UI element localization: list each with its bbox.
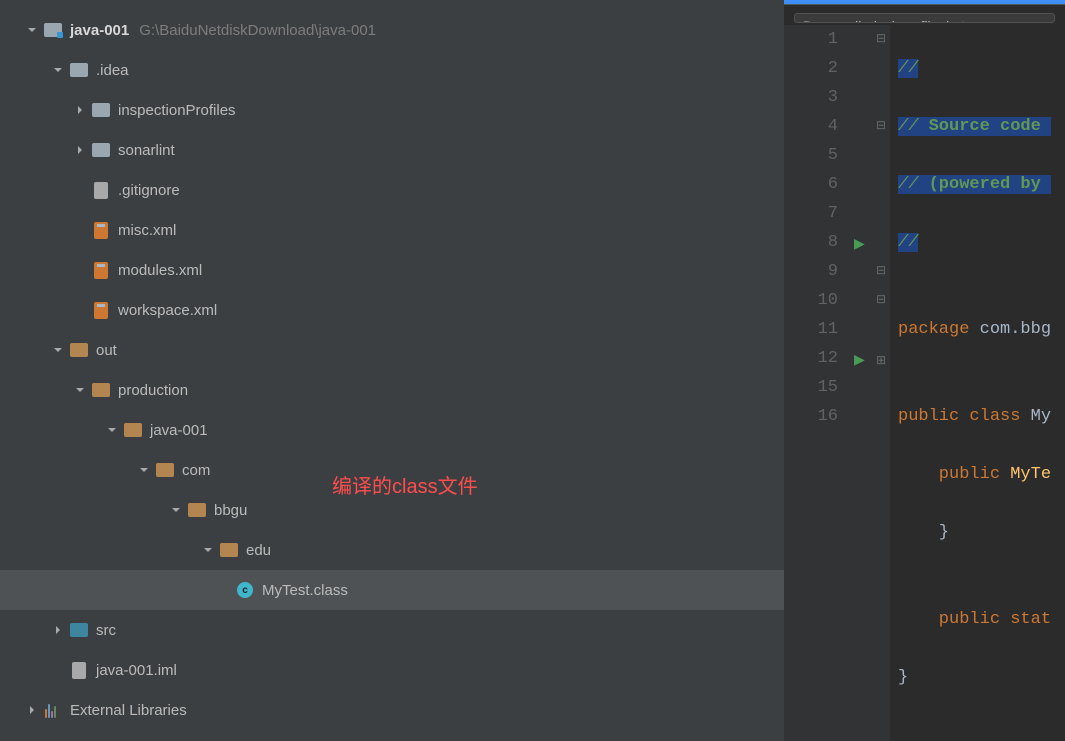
folder-icon <box>70 61 88 79</box>
fold-icon[interactable]: ⊟ <box>876 286 886 315</box>
chevron-right-icon[interactable] <box>74 104 86 116</box>
code-line: } <box>898 663 1065 692</box>
chevron-down-icon[interactable] <box>26 24 38 36</box>
tree-item-label: MyTest.class <box>262 582 348 599</box>
tree-item-sonarlint[interactable]: sonarlint <box>0 130 784 170</box>
xml-file-icon <box>92 221 110 239</box>
tree-item-out-java001[interactable]: java-001 <box>0 410 784 450</box>
code-line: // <box>898 59 918 78</box>
folder-icon <box>92 141 110 159</box>
code-line: } <box>898 518 1065 547</box>
chevron-down-icon[interactable] <box>106 424 118 436</box>
tree-item-label: java-001 <box>150 422 208 439</box>
project-path: G:\BaiduNetdiskDownload\java-001 <box>139 22 376 39</box>
editor-panel: Decompiled .class file, bytec 12 34 56 7… <box>784 0 1065 741</box>
tree-item-label: sonarlint <box>118 142 175 159</box>
tree-item-label: java-001.iml <box>96 662 177 679</box>
code-line: // <box>898 117 929 136</box>
chevron-right-icon[interactable] <box>52 624 64 636</box>
run-gutter-icon[interactable]: ▶ <box>854 231 865 260</box>
class-file-icon: c <box>236 581 254 599</box>
tree-item-bbgu[interactable]: bbgu <box>0 490 784 530</box>
tree-project-root[interactable]: java-001 G:\BaiduNetdiskDownload\java-00… <box>0 10 784 50</box>
folder-icon <box>92 101 110 119</box>
project-name: java-001 <box>70 22 129 39</box>
code-line: public class <box>898 407 1031 426</box>
folder-icon <box>188 501 206 519</box>
run-gutter-icon[interactable]: ▶ <box>854 347 865 376</box>
tree-item-label: com <box>182 462 210 479</box>
tree-item-iml[interactable]: java-001.iml <box>0 650 784 690</box>
chevron-down-icon[interactable] <box>138 464 150 476</box>
tree-item-label: .idea <box>96 62 129 79</box>
chevron-down-icon[interactable] <box>52 64 64 76</box>
tree-item-gitignore[interactable]: .gitignore <box>0 170 784 210</box>
tree-item-mytest-class[interactable]: c MyTest.class <box>0 570 784 610</box>
tree-item-label: workspace.xml <box>118 302 217 319</box>
tree-item-inspectionprofiles[interactable]: inspectionProfiles <box>0 90 784 130</box>
tree-item-misc-xml[interactable]: misc.xml <box>0 210 784 250</box>
file-icon <box>92 181 110 199</box>
code-line: public <box>898 465 1010 484</box>
fold-icon[interactable]: ⊟ <box>876 112 886 141</box>
code-area[interactable]: 12 34 56 78 910 1112 1516 ⊟ ⊟ ▶ ⊟ ⊟ ▶ ⊞ … <box>784 25 1065 741</box>
code-line: public <box>898 610 1010 629</box>
fold-icon[interactable]: ⊞ <box>876 347 886 376</box>
tree-item-production[interactable]: production <box>0 370 784 410</box>
gutter-line-numbers: 12 34 56 78 910 1112 1516 <box>784 25 848 741</box>
tree-item-modules-xml[interactable]: modules.xml <box>0 250 784 290</box>
code-line: // <box>898 175 929 194</box>
code-line: // <box>898 233 918 252</box>
tree-item-src[interactable]: src <box>0 610 784 650</box>
chevron-down-icon[interactable] <box>170 504 182 516</box>
folder-icon <box>220 541 238 559</box>
tree-item-label: inspectionProfiles <box>118 102 236 119</box>
xml-file-icon <box>92 301 110 319</box>
folder-icon <box>70 341 88 359</box>
chevron-down-icon[interactable] <box>202 544 214 556</box>
chevron-right-icon[interactable] <box>26 704 38 716</box>
chevron-down-icon[interactable] <box>74 384 86 396</box>
ide-window: java-001 G:\BaiduNetdiskDownload\java-00… <box>0 0 1065 741</box>
tree-item-out[interactable]: out <box>0 330 784 370</box>
folder-icon <box>156 461 174 479</box>
chevron-right-icon[interactable] <box>74 144 86 156</box>
tree-item-label: edu <box>246 542 271 559</box>
tree-item-label: out <box>96 342 117 359</box>
source-folder-icon <box>70 621 88 639</box>
tree-item-label: bbgu <box>214 502 247 519</box>
project-folder-icon <box>44 21 62 39</box>
tree-item-edu[interactable]: edu <box>0 530 784 570</box>
folder-icon <box>92 381 110 399</box>
tree-item-label: modules.xml <box>118 262 202 279</box>
libraries-icon <box>44 701 62 719</box>
chevron-down-icon[interactable] <box>52 344 64 356</box>
xml-file-icon <box>92 261 110 279</box>
code-lines[interactable]: // // Source code // (powered by // pack… <box>890 25 1065 741</box>
tree-item-label: External Libraries <box>70 702 187 719</box>
tree-item-label: production <box>118 382 188 399</box>
tree-item-label: src <box>96 622 116 639</box>
fold-icon[interactable]: ⊟ <box>876 257 886 286</box>
iml-file-icon <box>70 661 88 679</box>
tree-item-external-libraries[interactable]: External Libraries <box>0 690 784 730</box>
tree-item-label: misc.xml <box>118 222 176 239</box>
decompiled-banner: Decompiled .class file, bytec <box>794 13 1055 23</box>
tree-item-com[interactable]: com <box>0 450 784 490</box>
folder-icon <box>124 421 142 439</box>
editor-tab-strip[interactable] <box>784 0 1065 5</box>
fold-icon[interactable]: ⊟ <box>876 25 886 54</box>
tree-item-idea[interactable]: .idea <box>0 50 784 90</box>
gutter-markers[interactable]: ⊟ ⊟ ▶ ⊟ ⊟ ▶ ⊞ <box>848 25 890 741</box>
code-line: package <box>898 320 980 339</box>
project-tree-panel[interactable]: java-001 G:\BaiduNetdiskDownload\java-00… <box>0 0 784 741</box>
tree-item-workspace-xml[interactable]: workspace.xml <box>0 290 784 330</box>
tree-item-label: .gitignore <box>118 182 180 199</box>
